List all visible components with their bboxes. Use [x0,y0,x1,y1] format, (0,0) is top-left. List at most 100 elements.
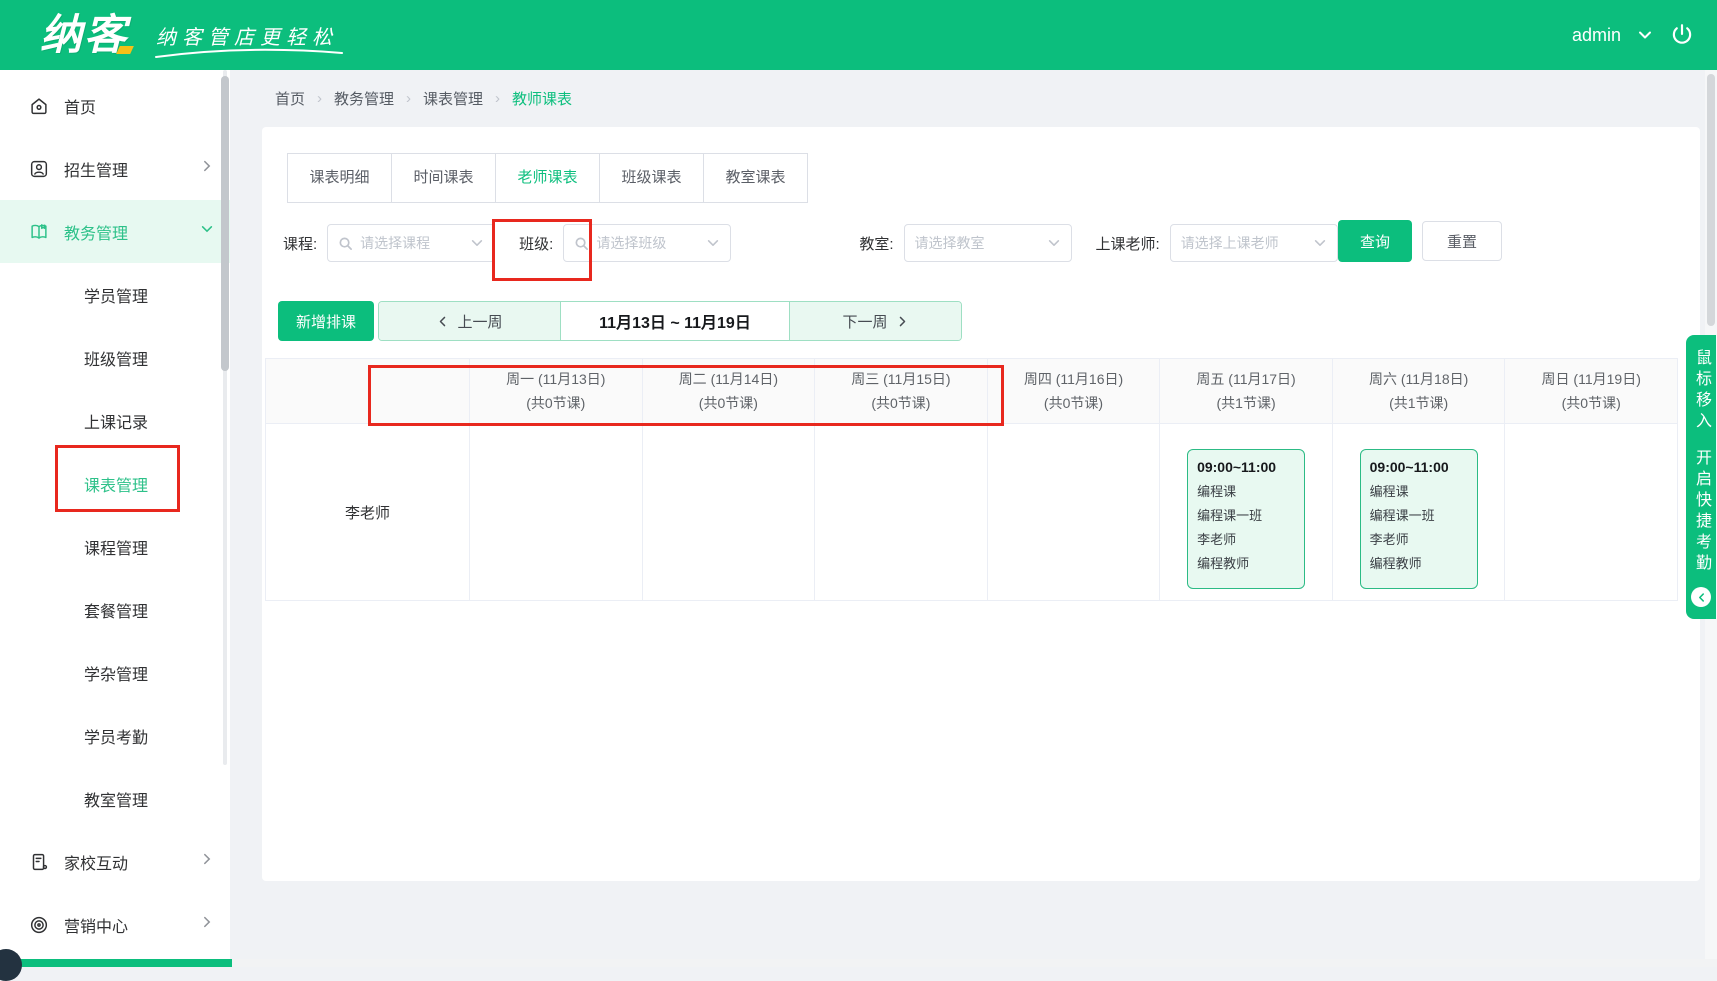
quick-attendance-widget[interactable]: 鼠标移入 开启快捷考勤 [1686,335,1716,619]
lesson-count: (共0节课) [1044,393,1103,413]
event-course: 编程课 [1370,481,1468,500]
class-select[interactable]: 请选择班级 [563,224,731,262]
sidebar-subitem-courses[interactable]: 课程管理 [0,515,230,578]
lesson-count: (共1节课) [1217,393,1276,413]
subitem-label: 学员考勤 [84,724,148,748]
teacher-filter-label: 上课老师: [1096,233,1160,254]
schedule-cell-thu [988,423,1161,600]
school-building-icon [28,851,50,873]
add-schedule-button[interactable]: 新增排课 [278,301,374,341]
teacher-schedule-table: 周一 (11月13日) (共0节课) 周二 (11月14日) (共0节课) 周三… [265,358,1678,601]
event-class: 编程课一班 [1370,505,1468,524]
event-course: 编程课 [1197,481,1295,500]
tab-class-timetable[interactable]: 班级课表 [599,153,704,203]
day-header-tue: 周二 (11月14日) (共0节课) [643,359,816,423]
sidebar-subitem-students[interactable]: 学员管理 [0,263,230,326]
week-range: 11月13日 ~ 11月19日 [561,302,789,340]
sidebar-item-label: 营销中心 [64,913,128,937]
reset-button[interactable]: 重置 [1422,221,1502,261]
schedule-cell-mon [470,423,643,600]
user-badge-icon [28,158,50,180]
sidebar-subitem-attendance[interactable]: 学员考勤 [0,704,230,767]
sidebar-item-academic[interactable]: 教务管理 [0,200,230,263]
event-time: 09:00~11:00 [1370,459,1468,475]
chevron-right-icon [200,159,214,178]
subitem-label: 学员管理 [84,283,148,307]
next-week-label: 下一周 [842,311,887,332]
sidebar-item-label: 家校互动 [64,850,128,874]
subitem-label: 课程管理 [84,535,148,559]
username[interactable]: admin [1572,25,1621,46]
logo-slogan: 纳客管店更轻松 [156,25,338,49]
lesson-count: (共0节课) [871,393,930,413]
main-content: 首页 › 教务管理 › 课表管理 › 教师课表 课表明细 时间课表 老师课表 班… [230,70,1717,967]
course-select[interactable]: 请选择课程 [327,224,495,262]
schedule-cell-fri: 09:00~11:00 编程课 编程课一班 李老师 编程教师 [1160,423,1333,600]
app-header: 纳客 纳客管店更轻松 admin [0,0,1717,70]
prev-week-button[interactable]: 上一周 [379,302,561,340]
tab-teacher-timetable[interactable]: 老师课表 [495,153,600,203]
classroom-select-placeholder: 请选择教室 [915,233,1043,253]
page-scrollbar-thumb[interactable] [1707,74,1715,326]
schedule-header-row: 周一 (11月13日) (共0节课) 周二 (11月14日) (共0节课) 周三… [266,359,1678,423]
sidebar-scrollbar-thumb[interactable] [221,76,229,371]
tab-time-timetable[interactable]: 时间课表 [391,153,496,203]
chevron-down-icon [1313,236,1327,250]
query-button[interactable]: 查询 [1338,220,1412,262]
chevron-down-icon [1047,236,1061,250]
schedule-cell-sat: 09:00~11:00 编程课 编程课一班 李老师 编程教师 [1333,423,1506,600]
sidebar-subitem-packages[interactable]: 套餐管理 [0,578,230,641]
sidebar-item-home[interactable]: 首页 [0,74,230,137]
sidebar-item-admissions[interactable]: 招生管理 [0,137,230,200]
breadcrumb-academic[interactable]: 教务管理 [334,88,394,109]
class-event-card[interactable]: 09:00~11:00 编程课 编程课一班 李老师 编程教师 [1360,449,1478,589]
horizontal-scrollbar-track [0,959,1717,967]
horizontal-scrollbar-thumb[interactable] [0,959,232,967]
tab-timetable-detail[interactable]: 课表明细 [287,153,392,203]
chevron-down-icon [706,236,720,250]
search-icon [338,236,353,251]
sidebar-subitem-classes[interactable]: 班级管理 [0,326,230,389]
logout-power-icon[interactable] [1669,22,1695,48]
day-label: 周五 (11月17日) [1196,369,1295,389]
sidebar-subitem-lesson-records[interactable]: 上课记录 [0,389,230,452]
subitem-label: 上课记录 [84,409,148,433]
event-role: 编程教师 [1197,553,1295,572]
sidebar-item-marketing[interactable]: 营销中心 [0,893,230,956]
course-select-placeholder: 请选择课程 [360,233,466,253]
breadcrumb-home[interactable]: 首页 [275,88,305,109]
schedule-teacher-row: 李老师 09:00~11:00 编程课 编程课一班 李老师 编程教师 [266,423,1678,600]
day-label: 周四 (11月16日) [1024,369,1123,389]
chevron-right-icon [200,915,214,934]
event-teacher: 李老师 [1197,529,1295,548]
breadcrumb-separator: › [406,90,411,107]
user-menu-chevron-icon[interactable] [1637,27,1653,43]
sidebar-subitem-timetable[interactable]: 课表管理 [0,452,230,515]
event-role: 编程教师 [1370,553,1468,572]
breadcrumb-timetable[interactable]: 课表管理 [423,88,483,109]
filter-bar: 课程: 请选择课程 班级: 请选择班级 教室: [283,224,1362,262]
class-event-card[interactable]: 09:00~11:00 编程课 编程课一班 李老师 编程教师 [1187,449,1305,589]
home-icon [28,95,50,117]
sidebar-subitem-fees[interactable]: 学杂管理 [0,641,230,704]
teacher-select[interactable]: 请选择上课老师 [1170,224,1338,262]
tab-classroom-timetable[interactable]: 教室课表 [703,153,808,203]
lesson-count: (共1节课) [1389,393,1448,413]
chevron-left-icon [436,315,449,328]
day-header-sat: 周六 (11月18日) (共1节课) [1333,359,1506,423]
subitem-label: 套餐管理 [84,598,148,622]
book-icon [28,221,50,243]
classroom-filter-label: 教室: [859,233,893,254]
day-header-sun: 周日 (11月19日) (共0节课) [1505,359,1678,423]
sidebar-subitem-classrooms[interactable]: 教室管理 [0,767,230,830]
next-week-button[interactable]: 下一周 [789,302,961,340]
teacher-name-cell: 李老师 [266,423,470,600]
prev-week-label: 上一周 [457,311,502,332]
course-filter-label: 课程: [283,233,317,254]
collapse-toggle[interactable] [1691,587,1711,607]
event-teacher: 李老师 [1370,529,1468,548]
sidebar-item-home-school[interactable]: 家校互动 [0,830,230,893]
target-icon [28,914,50,936]
classroom-select[interactable]: 请选择教室 [904,224,1072,262]
main-card: 课表明细 时间课表 老师课表 班级课表 教室课表 课程: 请选择课程 班级: [262,127,1700,881]
